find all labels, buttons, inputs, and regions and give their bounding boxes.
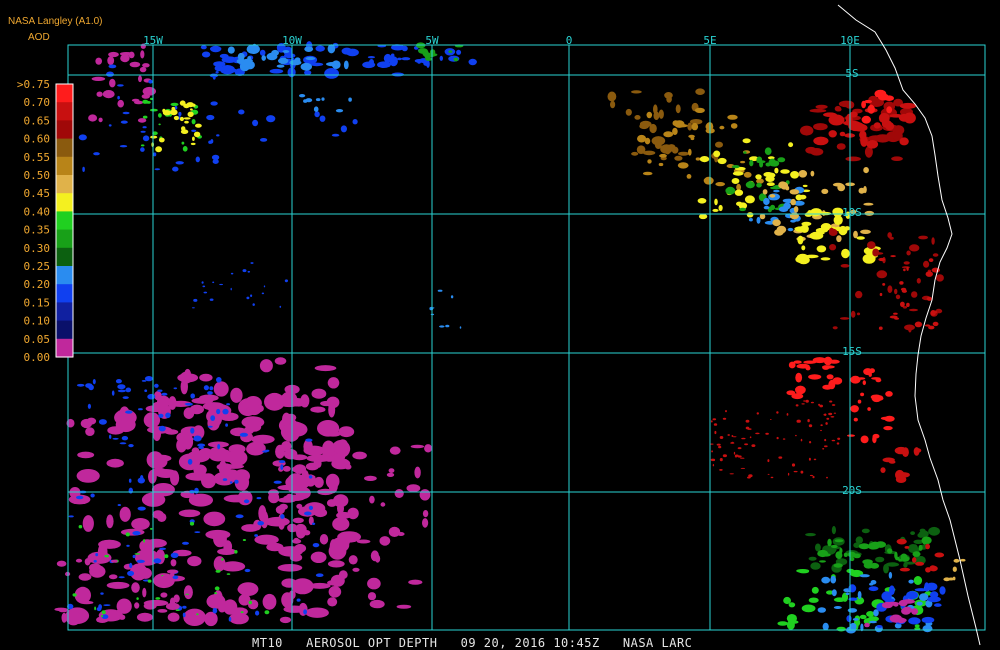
longitude-label: 0: [566, 34, 573, 47]
longitude-label: 15W: [143, 34, 163, 47]
legend-label: 0.05: [24, 333, 51, 346]
aerosol-patch-magenta: [88, 43, 156, 123]
legend-swatch: [56, 102, 73, 121]
legend-swatch: [56, 138, 73, 158]
aerosol-patch-lblue: [429, 289, 462, 329]
legend-label: 0.20: [24, 278, 51, 291]
legend-swatch: [56, 211, 73, 231]
latitude-label: 20S: [842, 484, 862, 497]
aerosol-patch-red: [880, 446, 922, 483]
legend-swatch: [56, 338, 73, 358]
aerosol-patch-blue: [238, 109, 358, 142]
aerosol-field: [54, 41, 966, 634]
latitude-label: 15S: [842, 345, 862, 358]
legend-swatch: [56, 156, 73, 176]
aod-legend: >0.75 0.70 0.65 0.60 0.55 0.50 0.45 0.40 0.35 0.3…: [17, 78, 74, 364]
map-frame: [67, 44, 986, 631]
legend-swatch: [56, 266, 73, 285]
legend-swatch: [56, 247, 73, 267]
aerosol-patch-bred: [786, 356, 843, 400]
legend-label: 0.35: [24, 224, 51, 237]
legend-label: 0.70: [24, 96, 51, 109]
legend-label: 0.25: [24, 260, 51, 273]
legend-label: 0.45: [24, 187, 51, 200]
aerosol-patch-red: [878, 255, 940, 330]
legend-label: 0.00: [24, 351, 51, 364]
longitude-label: 5W: [425, 34, 439, 47]
footer-product: MT10: [252, 636, 283, 650]
longitude-label: 10E: [840, 34, 860, 47]
legend-swatch: [56, 120, 73, 140]
aerosol-patch-bred: [847, 368, 895, 444]
legend-label: 0.40: [24, 205, 51, 218]
legend-swatch: [56, 229, 73, 249]
legend-label: 0.30: [24, 242, 51, 255]
legend-label: >0.75: [17, 78, 50, 91]
legend-swatch: [56, 193, 73, 212]
legend-swatch: [56, 284, 73, 303]
legend-label: 0.65: [24, 114, 51, 127]
legend-label: 0.10: [24, 315, 51, 328]
legend-swatch: [56, 175, 73, 194]
aerosol-patch-brown: [607, 88, 723, 163]
latitude-label: 5S: [845, 67, 858, 80]
legend-swatch: [56, 320, 73, 340]
legend-label: 0.60: [24, 133, 51, 146]
aerosol-patch-blue: [191, 262, 288, 309]
aerosol-patch-red: [709, 399, 841, 479]
longitude-label: 10W: [282, 34, 302, 47]
footer-caption: MT10 AEROSOL OPT DEPTH 09 20, 2016 10:45…: [252, 636, 692, 650]
latitude-label: 10S: [842, 206, 862, 219]
legend-label: 0.55: [24, 151, 51, 164]
aerosol-patch-lblue: [299, 94, 352, 113]
footer-source: NASA LARC: [622, 636, 693, 650]
longitude-label: 5E: [703, 34, 716, 47]
legend-swatch: [56, 84, 73, 103]
legend-swatch: [56, 302, 73, 322]
footer-field: AEROSOL OPT DEPTH: [306, 636, 438, 650]
aod-map: 15W 10W 5W 0 5E 10E 5S 10S 15S 20S >0.75 0.70 0.65 0…: [17, 4, 986, 646]
footer-date: 09 20, 2016: [460, 636, 546, 650]
legend-label: 0.50: [24, 169, 51, 182]
legend-label: 0.15: [24, 296, 51, 309]
footer-time: 10:45Z: [553, 636, 600, 650]
